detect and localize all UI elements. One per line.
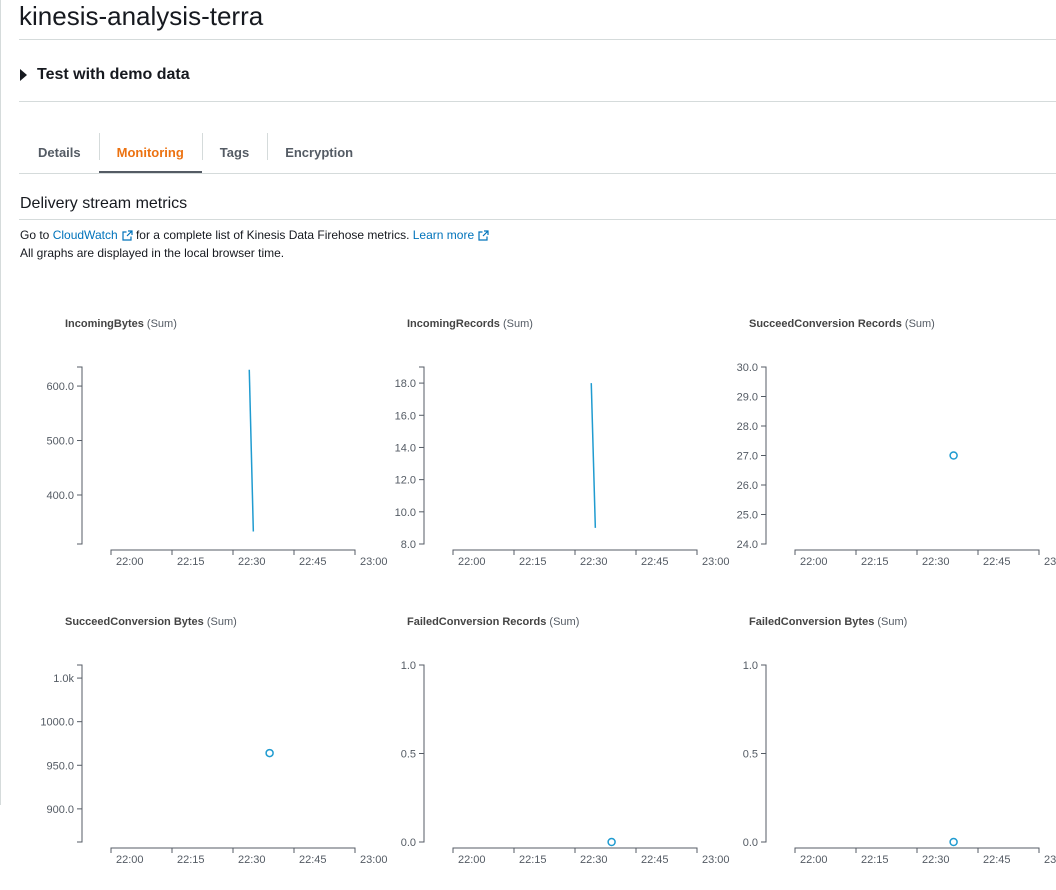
description-line-2: All graphs are displayed in the local br…: [20, 246, 285, 260]
x-tick-label: 22:15: [861, 556, 889, 568]
test-with-demo-data-expander[interactable]: Test with demo data: [20, 63, 190, 87]
y-tick-label: 8.0: [401, 539, 416, 551]
caret-right-icon: [20, 69, 27, 81]
y-tick-label: 500.0: [46, 436, 74, 448]
y-axis-line: [419, 366, 425, 545]
x-tick-label: 22:30: [238, 556, 266, 568]
graph-plot: 24.0 25.0 26.0 27.0 28.0 29.0 30.0 22:00 22:15 22…: [737, 362, 1056, 568]
x-tick-label: 22:45: [641, 556, 669, 568]
y-tick-label: 27.0: [737, 451, 758, 463]
x-tick-label: 22:45: [983, 854, 1011, 866]
x-tick-label: 22:45: [299, 556, 327, 568]
x-tick-label: 22:45: [641, 854, 669, 866]
y-tick-label: 1.0k: [53, 673, 74, 685]
x-tick-label: 22:00: [800, 854, 828, 866]
x-tick-label: 22:00: [458, 854, 486, 866]
x-tick-label: 22:30: [580, 854, 608, 866]
description-line-1: Go to CloudWatch for a complete list of …: [20, 226, 489, 244]
y-axis-line: [77, 366, 83, 545]
series-line: [248, 369, 255, 532]
graph-plot: 8.0 10.0 12.0 14.0 16.0 18.0 22:00 22:15 22:30 22…: [395, 366, 730, 568]
expander-label: Test with demo data: [37, 66, 190, 83]
description-middle: for a complete list of Kinesis Data Fire…: [135, 228, 410, 242]
metric-graph: SucceedConversion Bytes (Sum) 900.0 950.0 1…: [20, 600, 388, 890]
y-tick-label: 900.0: [46, 804, 74, 816]
y-tick-label: 0.0: [743, 837, 758, 849]
graph-plot: 400.0500.0600.022:00 22:15 22:30 22:45 23:00: [46, 366, 388, 568]
x-tick-label: 22:00: [116, 556, 144, 568]
x-tick-label: 22:30: [922, 854, 950, 866]
x-tick-label: 22:30: [238, 854, 266, 866]
y-tick-label: 18.0: [395, 378, 416, 390]
left-rail: [0, 0, 1, 805]
x-tick-label: 22:15: [519, 556, 547, 568]
y-tick-label: 30.0: [737, 362, 758, 374]
y-tick-label: 0.5: [743, 749, 758, 761]
tab-tags[interactable]: Tags: [201, 131, 267, 173]
metric-graph: SucceedConversion Records (Sum) 24.0 25.0 2…: [704, 302, 1056, 592]
page-title: kinesis-analysis-terra: [19, 1, 264, 31]
external-link-icon: [122, 230, 133, 241]
section-title: Delivery stream metrics: [20, 195, 188, 212]
title-divider: [19, 39, 1056, 40]
external-link-icon: [478, 230, 489, 241]
section-divider: [19, 219, 1056, 220]
x-tick-label: 22:45: [983, 556, 1011, 568]
y-tick-label: 29.0: [737, 392, 758, 404]
y-tick-label: 0.5: [401, 749, 416, 761]
x-tick-label: 23:00: [1044, 556, 1056, 568]
y-tick-label: 16.0: [395, 410, 416, 422]
x-tick-label: 22:15: [177, 556, 205, 568]
y-tick-label: 28.0: [737, 421, 758, 433]
y-tick-label: 0.0: [401, 837, 416, 849]
x-tick-label: 22:45: [299, 854, 327, 866]
y-axis-line: [77, 664, 83, 843]
x-tick-label: 22:00: [800, 556, 828, 568]
y-tick-label: 10.0: [395, 507, 416, 519]
cloudwatch-link[interactable]: CloudWatch: [53, 228, 133, 242]
description-prefix: Go to: [20, 228, 50, 242]
y-tick-label: 26.0: [737, 480, 758, 492]
x-tick-label: 22:15: [177, 854, 205, 866]
x-tick-label: 23:00: [1044, 854, 1056, 866]
metric-graph: IncomingBytes (Sum) 400.0 500.0 600.0 22:00 2…: [20, 302, 388, 592]
tabs-divider: [19, 173, 1056, 174]
y-tick-label: 25.0: [737, 510, 758, 522]
data-point: [949, 451, 958, 460]
y-tick-label: 1.0: [743, 660, 758, 672]
tab-details[interactable]: Details: [20, 131, 99, 173]
y-tick-label: 950.0: [46, 760, 74, 772]
y-tick-label: 400.0: [46, 490, 74, 502]
y-tick-label: 14.0: [395, 442, 416, 454]
tab-monitoring[interactable]: Monitoring: [98, 131, 202, 174]
expander-divider: [19, 101, 1056, 102]
y-tick-label: 1.0: [401, 660, 416, 672]
y-tick-label: 24.0: [737, 539, 758, 551]
data-point: [949, 837, 958, 847]
x-tick-label: 22:15: [861, 854, 889, 866]
x-tick-label: 22:15: [519, 854, 547, 866]
learn-more-link[interactable]: Learn more: [413, 228, 489, 242]
graph-plot: 900.0 950.0 1000.0 1.0k 22:00 22:15 22:30 22:45…: [40, 664, 388, 866]
metric-graph: FailedConversion Records (Sum) 0.0 0.5 1.0 2…: [362, 600, 730, 890]
tab-encryption[interactable]: Encryption: [267, 131, 371, 173]
x-tick-label: 22:30: [580, 556, 608, 568]
tab-bar: Details Monitoring Tags Encryption: [20, 131, 371, 174]
graph-plot: 0.00.51.022:0022:1522:3022:4523:00: [401, 660, 730, 866]
metric-graph: FailedConversion Bytes (Sum) 0.0 0.5 1.0 22:…: [704, 600, 1056, 890]
x-tick-label: 22:00: [458, 556, 486, 568]
data-point: [607, 837, 616, 847]
series-line: [590, 383, 597, 528]
section-description: Go to CloudWatch for a complete list of …: [20, 226, 489, 262]
graph-plot: 0.0 0.5 1.0 22:00 22:15 22:30 22:45 23:00: [743, 660, 1056, 866]
y-tick-label: 12.0: [395, 475, 416, 487]
y-tick-label: 600.0: [46, 381, 74, 393]
data-point: [265, 748, 274, 758]
x-tick-label: 22:00: [116, 854, 144, 866]
x-tick-label: 22:30: [922, 556, 950, 568]
y-tick-label: 1000.0: [40, 717, 74, 729]
metric-graph: IncomingRecords (Sum) 8.0 10.0 12.0 14.0 16.0…: [362, 302, 730, 592]
